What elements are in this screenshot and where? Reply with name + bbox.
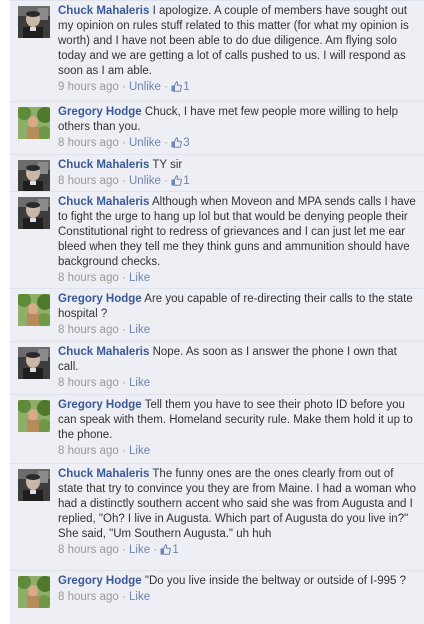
comment-meta: 8 hours ago · Like [58,589,416,605]
avatar[interactable] [18,294,50,326]
like-button[interactable]: Unlike [129,175,161,187]
separator: · [121,544,126,556]
comment-meta: 8 hours ago · Like · 1 [58,542,416,558]
thumbs-up-icon [171,175,183,187]
like-count-value: 1 [172,544,179,556]
thumbs-up-icon [171,137,183,149]
separator: · [121,272,126,284]
comment-meta: 8 hours ago · Like [58,270,416,286]
like-button[interactable]: Like [129,544,150,556]
like-button[interactable]: Unlike [129,137,161,149]
comment-author-link[interactable]: Chuck Mahaleris [58,196,149,208]
avatar[interactable] [18,469,50,501]
comment-timestamp[interactable]: 8 hours ago [58,175,119,187]
separator: · [164,175,169,187]
comment-timestamp[interactable]: 9 hours ago [58,81,119,93]
thumbs-up-icon [160,544,172,556]
comment-text: "Do you live inside the beltway or outsi… [144,575,406,587]
like-button[interactable]: Like [129,591,150,603]
separator: · [121,175,126,187]
comment-meta: 8 hours ago · Unlike · 1 [58,173,416,189]
separator: · [121,591,126,603]
comment-text: TY sir [152,159,183,171]
like-count[interactable]: 3 [171,137,190,149]
avatar[interactable] [18,160,50,192]
separator: · [164,81,169,93]
comment-timestamp[interactable]: 8 hours ago [58,445,119,457]
comment-timestamp[interactable]: 8 hours ago [58,324,119,336]
avatar[interactable] [18,197,50,229]
separator: · [121,137,126,149]
avatar[interactable] [18,576,50,608]
comment-author-link[interactable]: Chuck Mahaleris [58,346,149,358]
comment-timestamp[interactable]: 8 hours ago [58,377,119,389]
like-count[interactable]: 1 [171,175,190,187]
like-button[interactable]: Like [129,445,150,457]
comment-meta: 8 hours ago · Unlike · 3 [58,135,416,151]
comment-meta: 9 hours ago · Unlike · 1 [58,79,416,95]
comment-meta: 8 hours ago · Like [58,322,416,338]
avatar[interactable] [18,400,50,432]
separator: · [121,324,126,336]
comment-timestamp[interactable]: 8 hours ago [58,137,119,149]
like-button[interactable]: Unlike [129,81,161,93]
comment-item: Chuck Mahaleris Although when Moveon and… [10,191,424,288]
comment-item: Gregory Hodge Tell them you have to see … [10,394,424,463]
comment-item: Gregory Hodge "Do you live inside the be… [10,570,424,624]
comment-author-link[interactable]: Chuck Mahaleris [58,159,149,171]
thumbs-up-icon [171,81,183,93]
like-count-value: 1 [183,175,190,187]
like-count-value: 3 [183,137,190,149]
comment-item: Gregory Hodge Chuck, I have met few peop… [10,101,424,154]
like-button[interactable]: Like [129,272,150,284]
separator: · [121,445,126,457]
comment-meta: 8 hours ago · Like [58,443,416,459]
comment-author-link[interactable]: Gregory Hodge [58,106,142,118]
comment-author-link[interactable]: Gregory Hodge [58,399,142,411]
comment-thread: Chuck Mahaleris I apologize. A couple of… [0,0,424,624]
avatar[interactable] [18,347,50,379]
comment-author-link[interactable]: Chuck Mahaleris [58,5,149,17]
like-count-value: 1 [183,81,190,93]
separator: · [153,544,158,556]
avatar[interactable] [18,107,50,139]
avatar[interactable] [18,6,50,38]
separator: · [121,81,126,93]
comment-item: Chuck Mahaleris The funny ones are the o… [10,463,424,570]
like-button[interactable]: Like [129,377,150,389]
comment-item: Chuck Mahaleris Nope. As soon as I answe… [10,341,424,394]
comment-timestamp[interactable]: 8 hours ago [58,544,119,556]
like-count[interactable]: 1 [171,81,190,93]
comment-meta: 8 hours ago · Like [58,375,416,391]
comment-author-link[interactable]: Chuck Mahaleris [58,468,149,480]
like-count[interactable]: 1 [160,544,179,556]
separator: · [164,137,169,149]
comment-author-link[interactable]: Gregory Hodge [58,575,142,587]
separator: · [121,377,126,389]
comment-item: Gregory Hodge Are you capable of re-dire… [10,288,424,341]
comment-item: Chuck Mahaleris TY sir 8 hours ago · Unli… [10,154,424,192]
comment-timestamp[interactable]: 8 hours ago [58,591,119,603]
comment-item: Chuck Mahaleris I apologize. A couple of… [10,0,424,101]
comment-timestamp[interactable]: 8 hours ago [58,272,119,284]
comment-author-link[interactable]: Gregory Hodge [58,293,142,305]
like-button[interactable]: Like [129,324,150,336]
